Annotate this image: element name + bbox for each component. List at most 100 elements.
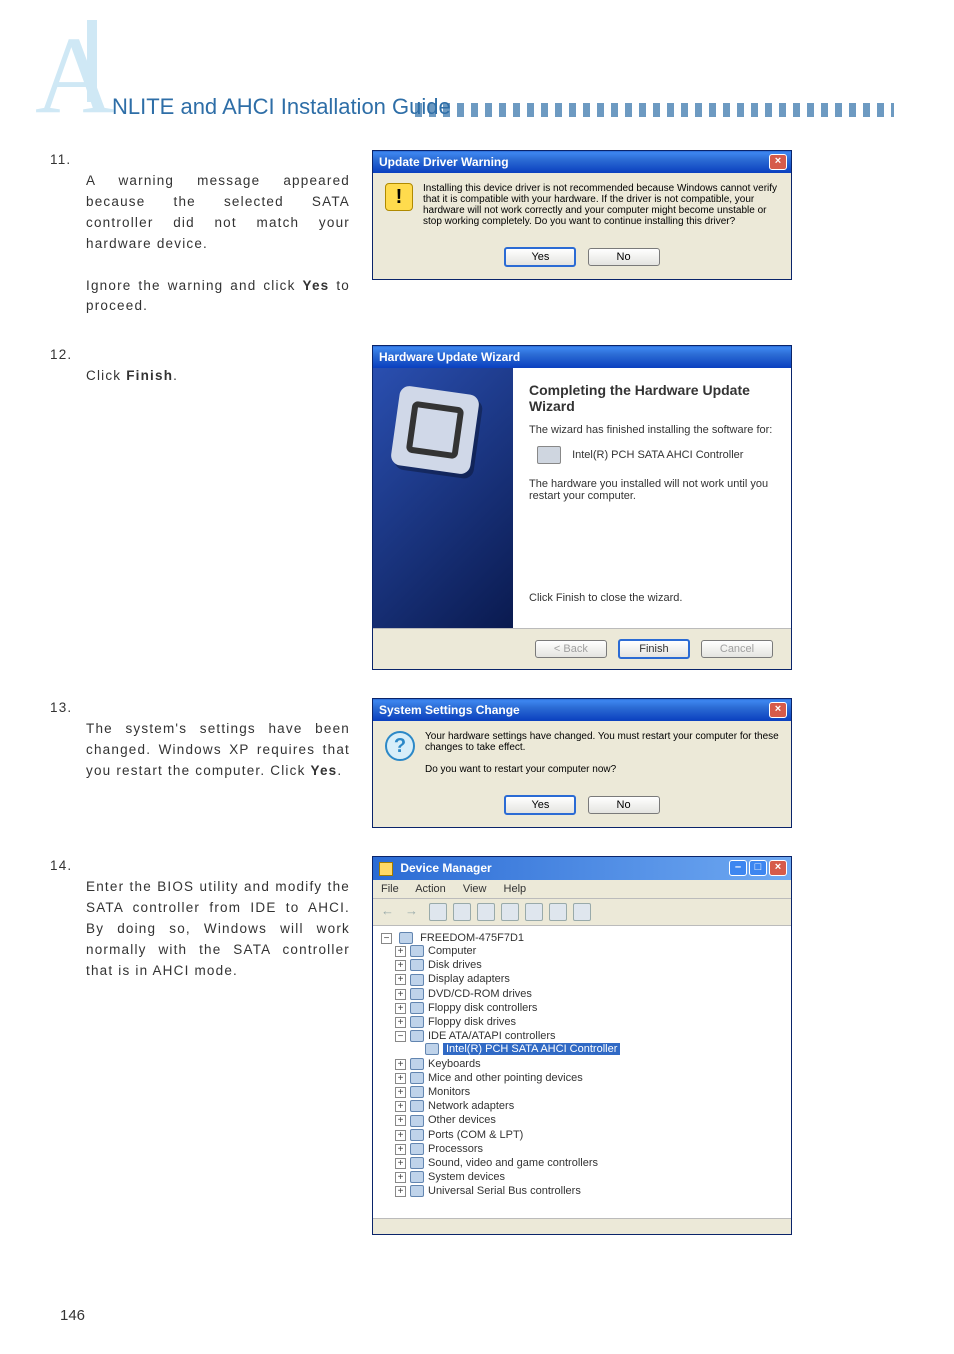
expand-icon[interactable]: + <box>395 1130 406 1141</box>
device-category-icon <box>410 1086 424 1098</box>
step-11-num: 11. <box>50 150 86 171</box>
tree-node[interactable]: + Processors <box>395 1142 783 1156</box>
menu-view[interactable]: View <box>463 883 487 895</box>
hardware-update-wizard-dialog: Hardware Update Wizard Completing the Ha… <box>372 345 792 670</box>
toolbar-button[interactable] <box>573 903 591 921</box>
step-13-post: . <box>337 763 342 778</box>
close-icon[interactable]: × <box>769 702 787 718</box>
tree-node-label: Display adapters <box>428 973 510 985</box>
toolbar-button[interactable] <box>501 903 519 921</box>
collapse-icon[interactable]: − <box>381 933 392 944</box>
expand-icon[interactable]: + <box>395 1073 406 1084</box>
tree-node-label: Universal Serial Bus controllers <box>428 1185 581 1197</box>
toolbar-button[interactable] <box>477 903 495 921</box>
device-category-icon <box>410 1002 424 1014</box>
minimize-icon[interactable]: – <box>729 860 747 876</box>
expand-icon[interactable]: + <box>395 974 406 985</box>
tree-node[interactable]: + System devices <box>395 1170 783 1184</box>
tree-node[interactable]: +Computer <box>395 944 783 958</box>
device-category-icon <box>410 959 424 971</box>
maximize-icon[interactable]: □ <box>749 860 767 876</box>
tree-node-label: Processors <box>428 1143 483 1155</box>
tree-node[interactable]: +Monitors <box>395 1085 783 1099</box>
expand-icon[interactable]: + <box>395 1186 406 1197</box>
tree-node[interactable]: +Ports (COM & LPT) <box>395 1128 783 1142</box>
collapse-icon[interactable]: − <box>395 1031 406 1042</box>
finish-button[interactable]: Finish <box>618 639 690 659</box>
dialog-body: ? Your hardware settings have changed. Y… <box>373 721 791 789</box>
back-icon[interactable]: ← <box>381 903 399 921</box>
expand-icon[interactable]: + <box>395 946 406 957</box>
tree-node[interactable]: +DVD/CD-ROM drives <box>395 987 783 1001</box>
tree-node[interactable]: + Universal Serial Bus controllers <box>395 1184 783 1198</box>
window-titlebar: Device Manager – □ × <box>373 857 791 880</box>
tree-root[interactable]: − FREEDOM-475F7D1 <box>381 932 783 944</box>
menu-help[interactable]: Help <box>504 883 527 895</box>
dialog-title-text: System Settings Change <box>379 703 520 717</box>
dialog-button-row: Yes No <box>373 241 791 279</box>
expand-icon[interactable]: + <box>395 1172 406 1183</box>
step-11-row: 11. A warning message appeared because t… <box>50 150 894 317</box>
device-category-icon <box>410 1058 424 1070</box>
toolbar-button[interactable] <box>453 903 471 921</box>
expand-icon[interactable]: + <box>395 1087 406 1098</box>
expand-icon[interactable]: + <box>395 960 406 971</box>
device-category-icon <box>410 1157 424 1169</box>
wizard-sidebar <box>373 368 513 628</box>
step-12-figure: Hardware Update Wizard Completing the Ha… <box>372 345 894 670</box>
tree-node[interactable]: +Floppy disk controllers <box>395 1001 783 1015</box>
menu-action[interactable]: Action <box>415 883 446 895</box>
close-icon[interactable]: × <box>769 154 787 170</box>
warning-text: Installing this device driver is not rec… <box>423 183 779 227</box>
page-header: A NLITE and AHCI Installation Guide <box>50 30 894 120</box>
appendix-letter-bar <box>87 20 97 102</box>
page-number: 146 <box>60 1307 85 1324</box>
expand-icon[interactable]: + <box>395 1144 406 1155</box>
toolbar-button[interactable] <box>429 903 447 921</box>
tree-node[interactable]: +Disk drives <box>395 958 783 972</box>
statusbar <box>373 1218 791 1234</box>
step-12-text: 12. Click Finish. <box>50 345 350 387</box>
back-button: < Back <box>535 640 607 658</box>
dialog-body: Installing this device driver is not rec… <box>373 173 791 241</box>
tree-root-label: FREEDOM-475F7D1 <box>420 932 524 944</box>
question-icon: ? <box>385 731 415 761</box>
tree-node[interactable]: −IDE ATA/ATAPI controllersIntel(R) PCH S… <box>395 1029 783 1057</box>
expand-icon[interactable]: + <box>395 1115 406 1126</box>
forward-icon[interactable]: → <box>405 903 423 921</box>
device-category-icon <box>410 1100 424 1112</box>
step-11-body-b-bold: Yes <box>303 278 330 293</box>
toolbar-button[interactable] <box>549 903 567 921</box>
wizard-device-name: Intel(R) PCH SATA AHCI Controller <box>572 449 743 461</box>
menu-file[interactable]: File <box>381 883 399 895</box>
step-14-figure: Device Manager – □ × File Action View He… <box>372 856 894 1235</box>
expand-icon[interactable]: + <box>395 1158 406 1169</box>
tree-node[interactable]: +Other devices <box>395 1113 783 1127</box>
yes-button[interactable]: Yes <box>504 247 576 267</box>
step-13-figure: System Settings Change × ? Your hardware… <box>372 698 894 828</box>
close-icon[interactable]: × <box>769 860 787 876</box>
tree-node[interactable]: +Keyboards <box>395 1057 783 1071</box>
device-category-icon <box>410 1115 424 1127</box>
tree-node[interactable]: +Network adapters <box>395 1099 783 1113</box>
toolbar-button[interactable] <box>525 903 543 921</box>
expand-icon[interactable]: + <box>395 1059 406 1070</box>
no-button[interactable]: No <box>588 796 660 814</box>
no-button[interactable]: No <box>588 248 660 266</box>
step-11-body-a: A warning message appeared because the s… <box>86 173 350 251</box>
expand-icon[interactable]: + <box>395 1003 406 1014</box>
expand-icon[interactable]: + <box>395 1101 406 1112</box>
tree-node[interactable]: + Display adapters <box>395 972 783 986</box>
page-title: NLITE and AHCI Installation Guide <box>112 94 451 120</box>
tree-node-label: System devices <box>428 1171 505 1183</box>
expand-icon[interactable]: + <box>395 989 406 1000</box>
tree-children: +Computer+Disk drives+Display adapters+D… <box>395 944 783 1198</box>
tree-node[interactable]: +Sound, video and game controllers <box>395 1156 783 1170</box>
expand-icon[interactable]: + <box>395 1017 406 1028</box>
tree-node[interactable]: +Floppy disk drives <box>395 1015 783 1029</box>
dialog-button-row: Yes No <box>373 789 791 827</box>
tree-node[interactable]: Intel(R) PCH SATA AHCI Controller <box>409 1042 783 1056</box>
yes-button[interactable]: Yes <box>504 795 576 815</box>
computer-icon <box>399 932 413 944</box>
tree-node[interactable]: +Mice and other pointing devices <box>395 1071 783 1085</box>
